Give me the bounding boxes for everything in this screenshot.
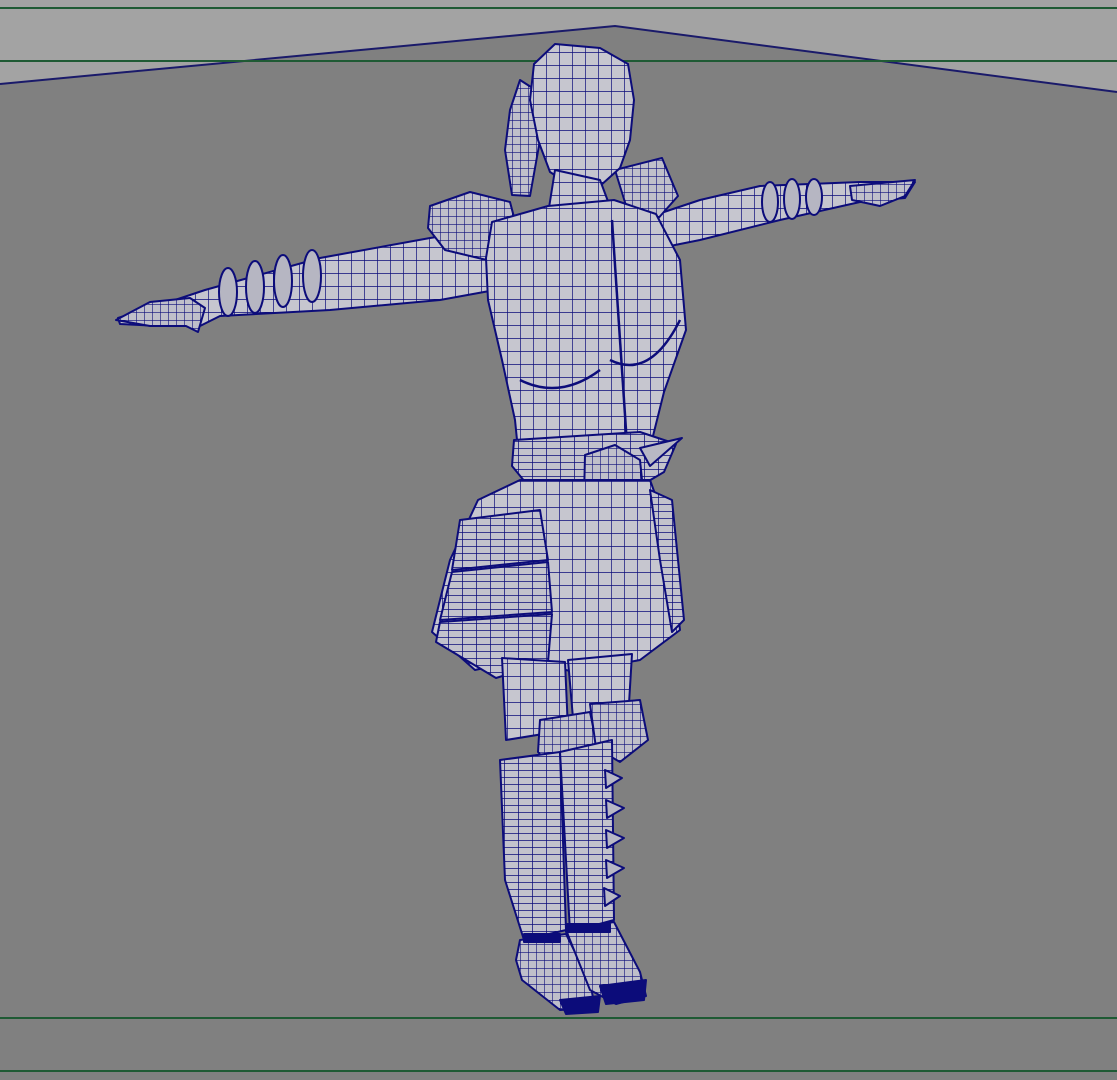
right-bracer [761,178,823,223]
maya-viewport[interactable] [0,0,1117,1080]
viewport-canvas[interactable] [0,0,1117,1080]
